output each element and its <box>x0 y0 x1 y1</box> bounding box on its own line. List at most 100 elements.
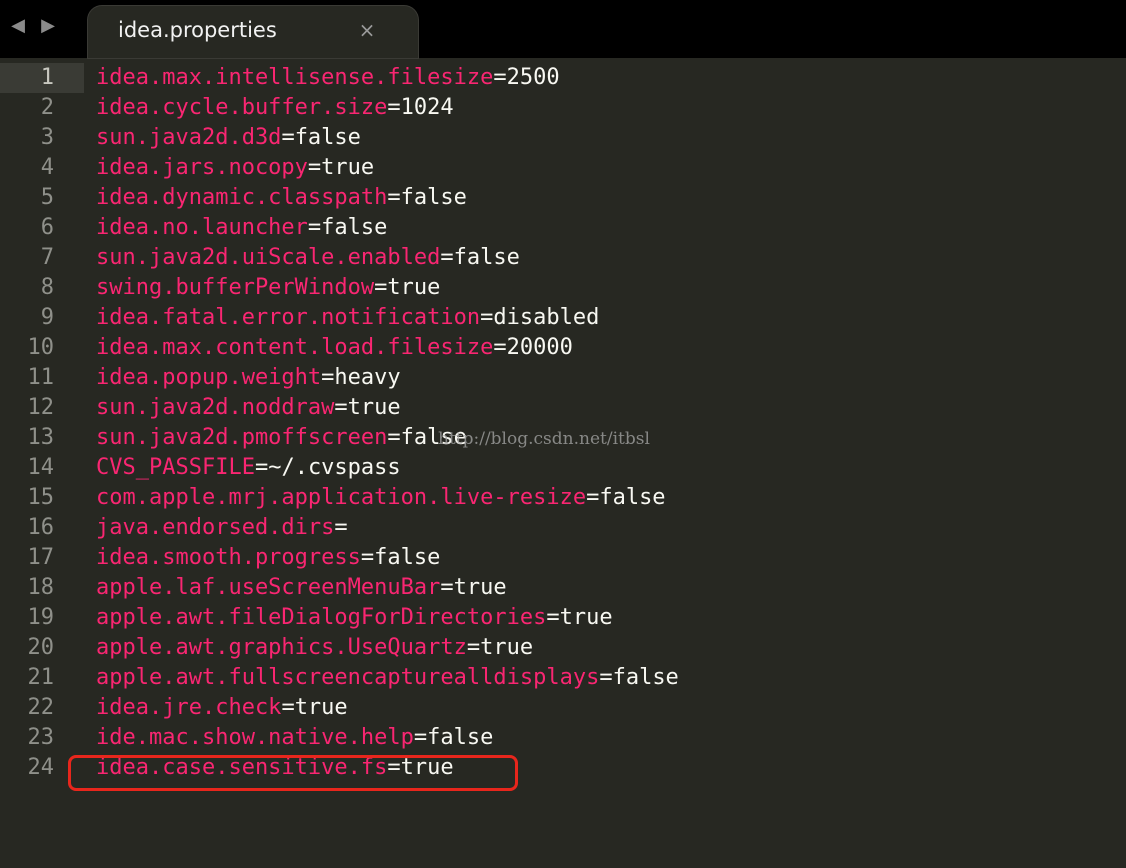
property-key: idea.dynamic.classpath <box>96 185 388 210</box>
code-text: com.apple.mrj.application.live-resize=fa… <box>96 483 666 513</box>
code-line[interactable]: 12 sun.java2d.noddraw=true <box>0 393 1126 423</box>
gutter: 3 <box>0 123 84 153</box>
equals-sign: = <box>307 155 322 180</box>
equals-sign: = <box>334 395 348 420</box>
equals-sign: = <box>480 305 494 330</box>
property-key: com.apple.mrj.application.live-resize <box>96 485 587 510</box>
code-line[interactable]: 16 java.endorsed.dirs= <box>0 513 1126 543</box>
property-value: false <box>374 545 441 570</box>
code-line[interactable]: 14 CVS_PASSFILE=~/.cvspass <box>0 453 1126 483</box>
line-number: 5 <box>40 185 54 210</box>
gutter: 18 <box>0 573 84 603</box>
equals-sign: = <box>440 245 454 270</box>
gutter: 6 <box>0 213 84 243</box>
property-key: apple.laf.useScreenMenuBar <box>96 575 441 600</box>
gutter: 8 <box>0 273 84 303</box>
line-number: 7 <box>40 245 54 270</box>
property-key: apple.awt.graphics.UseQuartz <box>96 635 467 660</box>
gutter: 12 <box>0 393 84 423</box>
code-line[interactable]: 10 idea.max.content.load.filesize=20000 <box>0 333 1126 363</box>
code-line[interactable]: 5 idea.dynamic.classpath=false <box>0 183 1126 213</box>
line-number: 20 <box>27 635 55 660</box>
code-line[interactable]: 2 idea.cycle.buffer.size=1024 <box>0 93 1126 123</box>
property-key: idea.fatal.error.notification <box>96 305 481 330</box>
property-key: sun.java2d.noddraw <box>96 395 335 420</box>
gutter: 14 <box>0 453 84 483</box>
gutter: 4 <box>0 153 84 183</box>
property-key: apple.awt.fileDialogForDirectories <box>96 605 547 630</box>
gutter: 9 <box>0 303 84 333</box>
line-number: 11 <box>27 365 55 390</box>
line-number: 21 <box>27 665 55 690</box>
code-line[interactable]: 18 apple.laf.useScreenMenuBar=true <box>0 573 1126 603</box>
tab-idea-properties[interactable]: idea.properties × <box>88 6 418 58</box>
equals-sign: = <box>413 725 428 750</box>
code-text: idea.max.intellisense.filesize=2500 <box>96 63 560 93</box>
arrow-right-icon[interactable]: ▶ <box>38 14 58 38</box>
property-value: disabled <box>493 305 600 330</box>
property-value: false <box>612 665 679 690</box>
equals-sign: = <box>281 695 295 720</box>
line-number: 1 <box>40 65 54 90</box>
code-line[interactable]: 19 apple.awt.fileDialogForDirectories=tru… <box>0 603 1126 633</box>
code-line[interactable]: 7 sun.java2d.uiScale.enabled=false <box>0 243 1126 273</box>
code-line[interactable]: 3 sun.java2d.d3d=false <box>0 123 1126 153</box>
line-number: 22 <box>27 695 55 720</box>
code-line[interactable]: 8 swing.bufferPerWindow=true <box>0 273 1126 303</box>
arrow-left-icon[interactable]: ◀ <box>8 14 28 38</box>
tab-bar: ◀ ▶ idea.properties × <box>0 0 1126 58</box>
code-text: apple.awt.graphics.UseQuartz=true <box>96 633 533 663</box>
property-key: apple.awt.fullscreencapturealldisplays <box>96 665 600 690</box>
code-line[interactable]: 1 idea.max.intellisense.filesize=2500 <box>0 63 1126 93</box>
code-line[interactable]: 4 idea.jars.nocopy=true <box>0 153 1126 183</box>
code-text: idea.jars.nocopy=true <box>96 153 374 183</box>
code-text: swing.bufferPerWindow=true <box>96 273 440 303</box>
equals-sign: = <box>493 65 507 90</box>
code-line[interactable]: 20 apple.awt.graphics.UseQuartz=true <box>0 633 1126 663</box>
property-value: false <box>321 215 388 240</box>
code-line[interactable]: 17 idea.smooth.progress=false <box>0 543 1126 573</box>
code-text: idea.jre.check=true <box>96 693 348 723</box>
code-line[interactable]: 23 ide.mac.show.native.help=false <box>0 723 1126 753</box>
close-icon[interactable]: × <box>356 18 378 42</box>
property-key: idea.jars.nocopy <box>96 155 308 180</box>
code-line[interactable]: 9 idea.fatal.error.notification=disabled <box>0 303 1126 333</box>
gutter: 5 <box>0 183 84 213</box>
code-text: idea.dynamic.classpath=false <box>96 183 467 213</box>
editor[interactable]: 1 idea.max.intellisense.filesize=2500 2 ide… <box>0 63 1126 868</box>
line-number: 17 <box>27 545 55 570</box>
equals-sign: = <box>440 575 454 600</box>
line-number: 6 <box>40 215 54 240</box>
property-key: idea.jre.check <box>96 695 282 720</box>
equals-sign: = <box>466 635 481 660</box>
line-number: 24 <box>27 755 55 780</box>
line-number: 18 <box>27 575 55 600</box>
property-value: true <box>347 395 401 420</box>
gutter: 16 <box>0 513 84 543</box>
property-value: 20000 <box>506 335 573 360</box>
equals-sign: = <box>374 275 388 300</box>
code-line[interactable]: 15 com.apple.mrj.application.live-resize=… <box>0 483 1126 513</box>
code-line[interactable]: 22 idea.jre.check=true <box>0 693 1126 723</box>
code-text: sun.java2d.uiScale.enabled=false <box>96 243 520 273</box>
highlight-annotation-box <box>68 755 518 791</box>
line-number: 10 <box>27 335 55 360</box>
code-line[interactable]: 21 apple.awt.fullscreencapturealldisplays… <box>0 663 1126 693</box>
equals-sign: = <box>387 95 401 120</box>
gutter: 19 <box>0 603 84 633</box>
code-line[interactable]: 6 idea.no.launcher=false <box>0 213 1126 243</box>
property-value: true <box>387 275 441 300</box>
property-value: 1024 <box>400 95 454 120</box>
property-value: 2500 <box>506 65 560 90</box>
equals-sign: = <box>546 605 560 630</box>
code-line[interactable]: 11 idea.popup.weight=heavy <box>0 363 1126 393</box>
property-value: false <box>599 485 666 510</box>
property-key: java.endorsed.dirs <box>96 515 335 540</box>
gutter: 21 <box>0 663 84 693</box>
equals-sign: = <box>387 425 401 450</box>
property-value: true <box>453 575 507 600</box>
code-text: apple.awt.fileDialogForDirectories=true <box>96 603 613 633</box>
code-text: java.endorsed.dirs= <box>96 513 348 543</box>
line-number: 23 <box>27 725 55 750</box>
code-text: sun.java2d.pmoffscreen=false <box>96 423 467 453</box>
